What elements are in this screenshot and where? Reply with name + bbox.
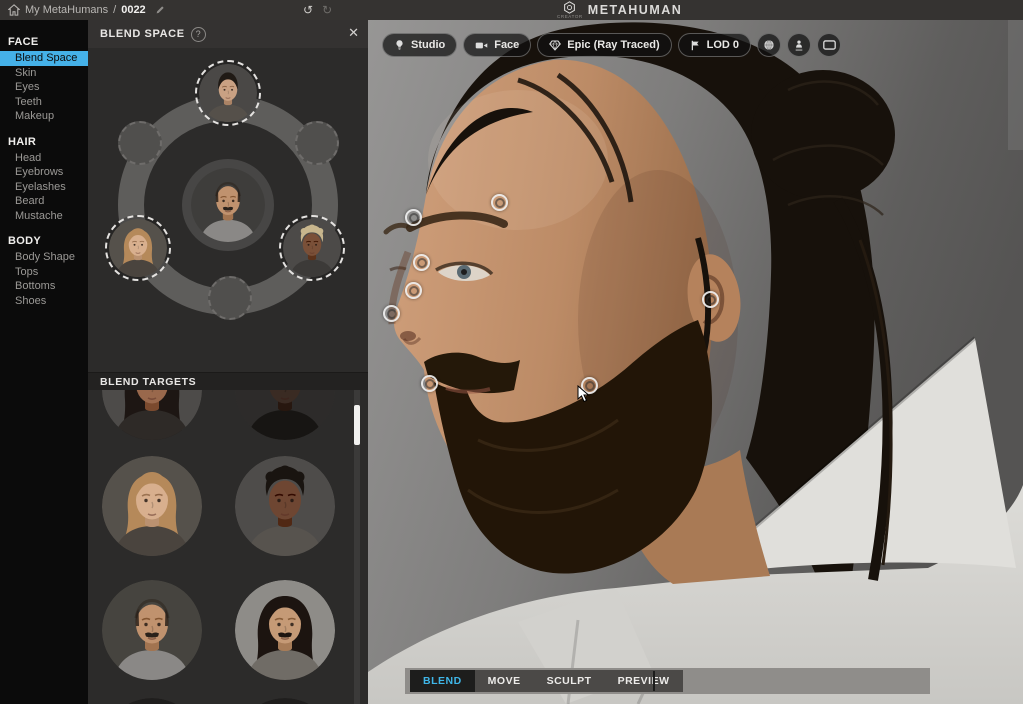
environment-sphere-button[interactable] [757, 33, 782, 57]
blend-target-blonde-woman[interactable] [102, 456, 202, 556]
sidebar-item-teeth[interactable]: Teeth [0, 95, 88, 110]
blend-control-point-0[interactable] [491, 194, 508, 211]
scrollbar-thumb[interactable] [354, 405, 360, 445]
logo-text: METAHUMAN [587, 3, 683, 17]
sidebar-section-title-face: FACE [8, 36, 39, 48]
sidebar-section-title-body: BODY [8, 235, 41, 247]
redo-icon[interactable]: ↻ [322, 4, 332, 16]
breadcrumb: My MetaHumans / 0022 [8, 0, 165, 20]
control-point-center [424, 378, 435, 389]
sidebar-item-skin[interactable]: Skin [0, 66, 88, 81]
mode-bar: BLEND MOVE SCULPT PREVIEW [405, 668, 930, 694]
close-icon[interactable]: ✕ [348, 26, 359, 39]
screenshot-button[interactable] [817, 33, 842, 57]
mode-bar-divider [653, 671, 655, 691]
sidebar-item-beard[interactable]: Beard [0, 194, 88, 209]
character-height-button[interactable] [787, 33, 812, 57]
logo-subtext: CREATOR [557, 13, 583, 19]
blend-center-bald-man-mustache[interactable] [182, 159, 274, 251]
control-point-center [386, 308, 397, 319]
character-3d-render[interactable] [368, 20, 1023, 704]
sidebar-item-mustache[interactable]: Mustache [0, 209, 88, 224]
metahuman-hex-icon: CREATOR [557, 0, 583, 20]
blend-node-person-light-curly-hair[interactable] [279, 215, 345, 281]
sidebar-item-eyes[interactable]: Eyes [0, 80, 88, 95]
blend-space-widget [88, 48, 368, 372]
sidebar-item-head[interactable]: Head [0, 151, 88, 166]
face-button[interactable]: Face [463, 33, 532, 57]
blend-control-point-7[interactable] [702, 291, 719, 308]
history-controls: ↺ ↻ [303, 0, 332, 20]
blend-targets-header: BLEND TARGETS [88, 372, 368, 391]
screenshot-icon [822, 40, 836, 50]
gem-icon [549, 39, 562, 51]
mouse-cursor [577, 385, 590, 403]
blend-targets-title: BLEND TARGETS [100, 376, 197, 388]
mode-tab-sculpt[interactable]: SCULPT [534, 670, 605, 692]
blend-target-bald-man-mustache[interactable] [102, 580, 202, 680]
category-sidebar: FACE Blend Space Skin Eyes Teeth Makeup HAIR He… [0, 20, 88, 704]
blend-node-young-man-short-dark-hair[interactable] [195, 60, 261, 126]
top-bar: My MetaHumans / 0022 ↺ ↻ CREATOR METAHUM… [0, 0, 1023, 20]
blend-target-man-long-dark-hair[interactable] [235, 580, 335, 680]
mode-tab-group: BLEND MOVE SCULPT PREVIEW [410, 670, 683, 692]
sidebar-item-blend-space[interactable]: Blend Space [0, 51, 88, 66]
control-point-center [416, 257, 427, 268]
rename-pencil-icon[interactable] [155, 5, 165, 15]
blend-node-empty-upper-left[interactable] [118, 121, 162, 165]
document-name: 0022 [121, 4, 146, 16]
sidebar-item-shoes[interactable]: Shoes [0, 294, 88, 309]
viewport: Studio Face Epic (Ray Traced) LOD 0 BLEND MO… [368, 20, 1023, 704]
blend-node-blonde-woman[interactable] [105, 215, 171, 281]
spotlight-icon [394, 39, 405, 51]
environment-sphere-icon [763, 39, 775, 51]
blend-target-woman-long-dark-hair[interactable] [102, 390, 202, 440]
blend-target-partially-visible-avatar[interactable] [102, 698, 202, 704]
control-point-center [494, 197, 505, 208]
breadcrumb-root[interactable]: My MetaHumans [25, 4, 108, 16]
blend-space-panel: BLEND SPACE ? ✕ BLEND TARGETS [88, 20, 368, 704]
help-icon[interactable]: ? [190, 26, 206, 42]
sidebar-item-eyelashes[interactable]: Eyelashes [0, 180, 88, 195]
flag-icon [690, 40, 701, 51]
sidebar-item-tops[interactable]: Tops [0, 265, 88, 280]
camera-icon [475, 40, 488, 51]
control-point-center [408, 285, 419, 296]
control-point-center [705, 294, 716, 305]
undo-icon[interactable]: ↺ [303, 4, 313, 16]
blend-control-point-5[interactable] [421, 375, 438, 392]
blend-target-man-dark-short-hair[interactable] [235, 390, 335, 440]
metahuman-creator-app: My MetaHumans / 0022 ↺ ↻ CREATOR METAHUM… [0, 0, 1023, 704]
blend-target-woman-short-curly-hair[interactable] [235, 456, 335, 556]
blend-target-partially-visible-avatar[interactable] [235, 698, 335, 704]
blend-control-point-4[interactable] [383, 305, 400, 322]
blend-control-point-3[interactable] [405, 282, 422, 299]
panel-header: BLEND SPACE ? ✕ [88, 20, 368, 48]
character-height-icon [794, 39, 804, 52]
metahuman-logo: CREATOR METAHUMAN [557, 0, 682, 20]
lod-0-button[interactable]: LOD 0 [677, 33, 752, 57]
sidebar-item-body-shape[interactable]: Body Shape [0, 250, 88, 265]
sidebar-section-title-hair: HAIR [8, 135, 37, 148]
blend-control-point-2[interactable] [413, 254, 430, 271]
studio-button[interactable]: Studio [382, 33, 458, 57]
panel-title: BLEND SPACE [100, 28, 185, 40]
sidebar-item-makeup[interactable]: Makeup [0, 109, 88, 124]
epic-ray-traced--button[interactable]: Epic (Ray Traced) [537, 33, 672, 57]
blend-targets-grid [88, 390, 368, 704]
viewport-toolbar: Studio Face Epic (Ray Traced) LOD 0 [382, 33, 842, 57]
mode-tab-blend[interactable]: BLEND [410, 670, 475, 692]
blend-node-empty-upper-right[interactable] [295, 121, 339, 165]
blend-control-point-1[interactable] [405, 209, 422, 226]
control-point-center [408, 212, 419, 223]
blend-node-empty-bottom[interactable] [208, 276, 252, 320]
sidebar-item-eyebrows[interactable]: Eyebrows [0, 165, 88, 180]
mode-tab-move[interactable]: MOVE [475, 670, 534, 692]
mode-tab-preview[interactable]: PREVIEW [605, 670, 683, 692]
breadcrumb-separator: / [113, 4, 117, 16]
sidebar-item-bottoms[interactable]: Bottoms [0, 279, 88, 294]
home-icon[interactable] [8, 4, 20, 16]
